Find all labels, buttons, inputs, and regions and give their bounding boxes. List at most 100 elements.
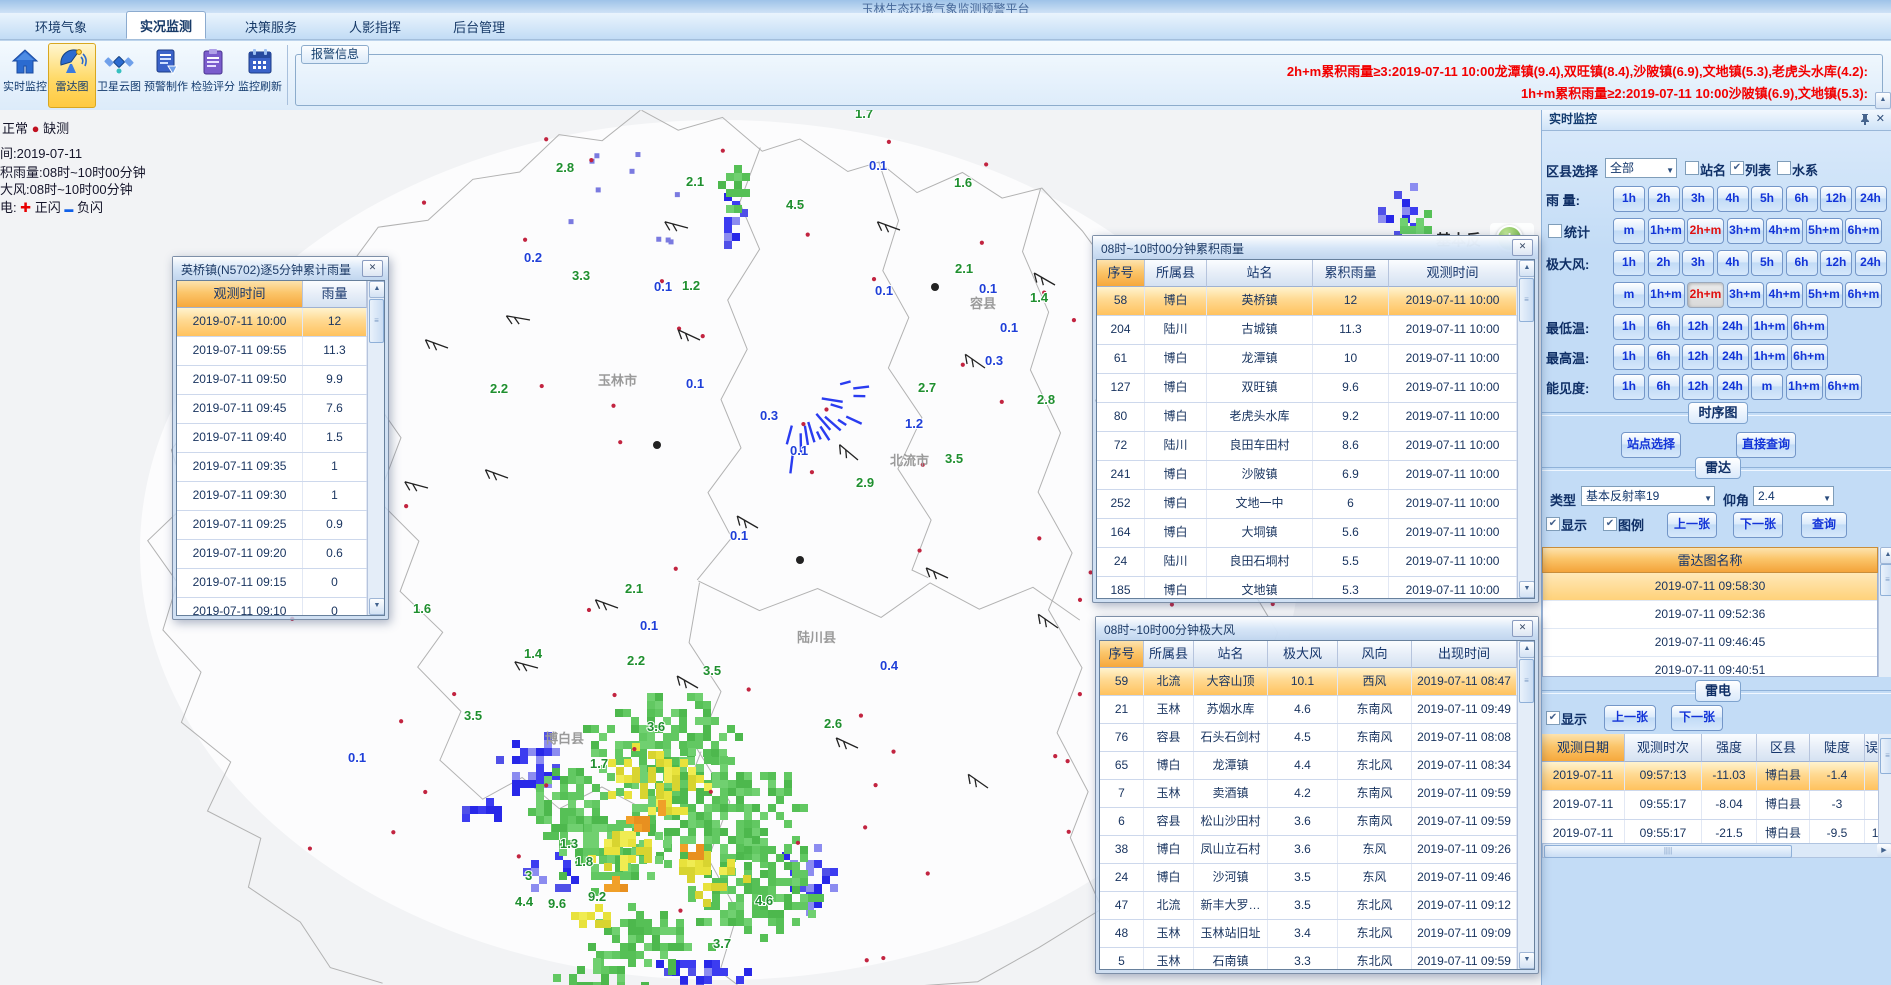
- scroll-thumb[interactable]: ≡: [1880, 564, 1891, 596]
- table-row[interactable]: 65博白龙潭镇4.4东北风2019-07-11 08:34: [1100, 752, 1534, 780]
- period-button-24h[interactable]: 24h: [1717, 374, 1749, 400]
- table-row[interactable]: 2019-07-11 09:150: [177, 569, 384, 598]
- max-wind-window-titlebar[interactable]: 08时~10时00分钟极大风✕: [1096, 617, 1538, 640]
- period-button-6h+m[interactable]: 6h+m: [1825, 374, 1862, 400]
- max-wind-window[interactable]: 08时~10时00分钟极大风✕序号所属县站名极大风风向出现时间59北流大容山顶1…: [1095, 616, 1539, 974]
- table-row[interactable]: 2019-07-11 09:401.5: [177, 424, 384, 453]
- scroll-thumb[interactable]: ≡: [1880, 738, 1891, 774]
- column-header[interactable]: 站名: [1207, 260, 1313, 287]
- period-button-12h[interactable]: 12h: [1682, 314, 1714, 340]
- table-row[interactable]: 164博白大垌镇5.62019-07-11 10:00: [1097, 519, 1534, 548]
- station-rain-window[interactable]: 英桥镇(N5702)逐5分钟累计雨量✕观测时间雨量2019-07-11 10:0…: [172, 256, 389, 620]
- vertical-scrollbar[interactable]: ▲≡▼: [1517, 260, 1534, 598]
- column-header[interactable]: 所属县: [1144, 641, 1194, 668]
- column-header[interactable]: 观测时间: [1389, 260, 1517, 287]
- period-button-12h[interactable]: 12h: [1820, 250, 1852, 276]
- period-button-5h+m[interactable]: 5h+m: [1806, 218, 1843, 244]
- period-button-3h+m[interactable]: 3h+m: [1727, 218, 1764, 244]
- checkbox-列表[interactable]: ✔: [1730, 161, 1744, 175]
- checkbox-站名[interactable]: [1685, 161, 1699, 175]
- alarm-scroll-button[interactable]: ▲: [1875, 92, 1891, 109]
- close-icon[interactable]: ✕: [362, 260, 383, 277]
- period-button-1h+m[interactable]: 1h+m: [1751, 344, 1788, 370]
- period-button-12h[interactable]: 12h: [1682, 374, 1714, 400]
- vertical-scrollbar[interactable]: ▲≡▼: [1517, 641, 1534, 969]
- table-row[interactable]: 2019-07-11 09:250.9: [177, 511, 384, 540]
- station-rain-window-titlebar[interactable]: 英桥镇(N5702)逐5分钟累计雨量✕: [173, 257, 388, 280]
- column-header[interactable]: 风向: [1338, 641, 1412, 668]
- table-row[interactable]: 2019-07-1109:57:13-11.03博白县-1.4: [1542, 762, 1891, 791]
- table-row[interactable]: 2019-07-11 09:200.6: [177, 540, 384, 569]
- sidebar-close-icon[interactable]: ✕: [1876, 113, 1885, 126]
- lightning-next-button[interactable]: 下一张: [1671, 705, 1723, 731]
- radar-list-scrollbar[interactable]: ▲≡: [1878, 547, 1891, 677]
- scroll-down-icon[interactable]: ▼: [1519, 581, 1535, 598]
- period-button-12h[interactable]: 12h: [1820, 186, 1852, 212]
- period-button-4h[interactable]: 4h: [1717, 250, 1749, 276]
- table-row[interactable]: 76容县石头石剑村4.5东南风2019-07-11 08:08: [1100, 724, 1534, 752]
- table-row[interactable]: 2019-07-11 09:351: [177, 453, 384, 482]
- checkbox-display[interactable]: ✔: [1546, 517, 1560, 531]
- table-row[interactable]: 72陆川良田车田村8.62019-07-11 10:00: [1097, 432, 1534, 461]
- radar-prev-button[interactable]: 上一张: [1667, 512, 1717, 538]
- period-button-24h[interactable]: 24h: [1717, 344, 1749, 370]
- period-button-1h[interactable]: 1h: [1613, 344, 1645, 370]
- radar-type-combo[interactable]: 基本反射率19▼: [1581, 486, 1715, 506]
- table-row[interactable]: 2019-07-1109:55:17-8.04博白县-3: [1542, 791, 1891, 820]
- period-button-24h[interactable]: 24h: [1717, 314, 1749, 340]
- column-header[interactable]: 序号: [1097, 260, 1145, 287]
- period-button-6h[interactable]: 6h: [1786, 186, 1818, 212]
- station-select-button[interactable]: 站点选择: [1621, 432, 1681, 458]
- scroll-up-icon[interactable]: ▲: [1880, 547, 1891, 564]
- table-row[interactable]: 59北流大容山顶10.1西风2019-07-11 08:47: [1100, 668, 1534, 696]
- menu-tab-2[interactable]: 实况监测: [126, 11, 206, 39]
- scroll-thumb[interactable]: ≡: [369, 299, 384, 343]
- accumulated-rain-window[interactable]: 08时~10时00分钟累积雨量✕序号所属县站名累积雨量观测时间58博白英桥镇12…: [1092, 235, 1539, 603]
- table-row[interactable]: 80博白老虎头水库9.22019-07-11 10:00: [1097, 403, 1534, 432]
- period-button-1h[interactable]: 1h: [1613, 374, 1645, 400]
- toolbar-button-6[interactable]: 监控刷新: [236, 43, 284, 108]
- table-row[interactable]: 241博白沙陂镇6.92019-07-11 10:00: [1097, 461, 1534, 490]
- column-header[interactable]: 观测日期: [1542, 734, 1625, 762]
- table-row[interactable]: 2019-07-11 09:457.6: [177, 395, 384, 424]
- checkbox-统计[interactable]: [1548, 224, 1562, 238]
- period-button-5h+m[interactable]: 5h+m: [1806, 282, 1843, 308]
- period-button-1h+m[interactable]: 1h+m: [1751, 314, 1788, 340]
- period-button-5h[interactable]: 5h: [1751, 186, 1783, 212]
- period-button-m[interactable]: m: [1613, 218, 1645, 244]
- elevation-combo[interactable]: 2.4▼: [1753, 486, 1834, 506]
- lightning-scrollbar[interactable]: ≡: [1878, 734, 1891, 843]
- table-row[interactable]: 2019-07-11 10:0012: [177, 308, 384, 337]
- menu-tab-3[interactable]: 决策服务: [232, 13, 310, 39]
- toolbar-button-1[interactable]: 实时监控: [1, 43, 49, 108]
- horizontal-scrollbar[interactable]: ||||▶: [1542, 843, 1891, 858]
- period-button-6h[interactable]: 6h: [1648, 344, 1680, 370]
- table-row[interactable]: 38博白凤山立石村3.6东风2019-07-11 09:26: [1100, 836, 1534, 864]
- column-header[interactable]: 序号: [1100, 641, 1144, 668]
- period-button-6h+m[interactable]: 6h+m: [1791, 314, 1828, 340]
- accumulated-rain-window-titlebar[interactable]: 08时~10时00分钟累积雨量✕: [1093, 236, 1538, 259]
- column-header[interactable]: 陡度: [1810, 734, 1865, 762]
- table-row[interactable]: 2019-07-11 09:5511.3: [177, 337, 384, 366]
- menu-tab-1[interactable]: 环境气象: [22, 13, 100, 39]
- lightning-prev-button[interactable]: 上一张: [1604, 705, 1656, 731]
- column-header[interactable]: 观测时间: [177, 281, 303, 308]
- radar-list-item[interactable]: 2019-07-11 09:40:51: [1543, 657, 1877, 677]
- table-row[interactable]: 61博白龙潭镇102019-07-11 10:00: [1097, 345, 1534, 374]
- period-button-1h[interactable]: 1h: [1613, 186, 1645, 212]
- column-header[interactable]: 雨量: [303, 281, 367, 308]
- checkbox-legend[interactable]: ✔: [1603, 517, 1617, 531]
- period-button-5h[interactable]: 5h: [1751, 250, 1783, 276]
- table-row[interactable]: 2019-07-11 09:100: [177, 598, 384, 616]
- table-row[interactable]: 127博白双旺镇9.62019-07-11 10:00: [1097, 374, 1534, 403]
- period-button-m[interactable]: m: [1751, 374, 1783, 400]
- period-button-1h[interactable]: 1h: [1613, 314, 1645, 340]
- radar-list-item[interactable]: 2019-07-11 09:46:45: [1543, 629, 1877, 657]
- period-button-2h[interactable]: 2h: [1648, 250, 1680, 276]
- period-button-1h+m[interactable]: 1h+m: [1648, 282, 1685, 308]
- direct-query-button[interactable]: 直接查询: [1736, 432, 1796, 458]
- period-button-6h[interactable]: 6h: [1786, 250, 1818, 276]
- column-header[interactable]: 累积雨量: [1313, 260, 1389, 287]
- period-button-4h[interactable]: 4h: [1717, 186, 1749, 212]
- period-button-2h+m[interactable]: 2h+m: [1687, 218, 1724, 244]
